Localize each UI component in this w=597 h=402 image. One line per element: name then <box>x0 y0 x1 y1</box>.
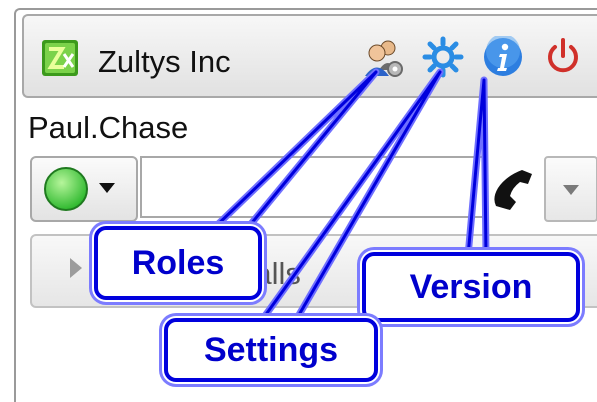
roles-callout: Roles <box>94 226 262 300</box>
version-callout: Version <box>362 252 580 322</box>
settings-callout: Settings <box>164 318 378 382</box>
